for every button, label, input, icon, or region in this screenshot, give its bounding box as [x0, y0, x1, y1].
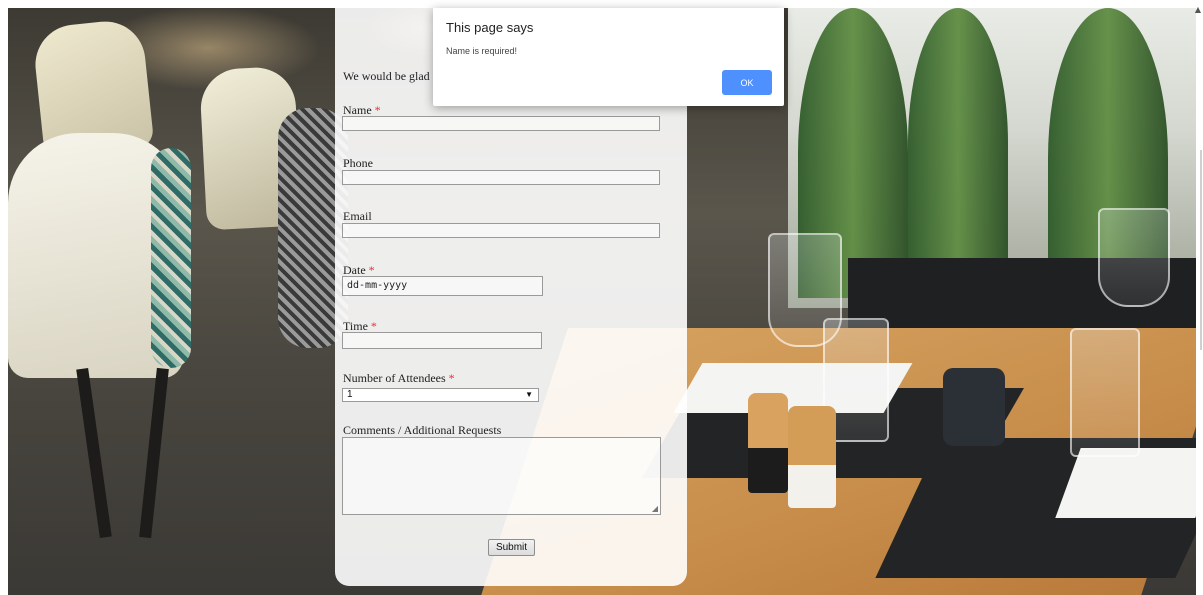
required-asterisk: *: [374, 103, 381, 117]
email-input[interactable]: [342, 223, 660, 238]
candle-holder: [943, 368, 1005, 446]
dialog-message: Name is required!: [446, 46, 518, 56]
form-intro-text: We would be glad: [343, 69, 430, 83]
resize-grip-icon[interactable]: ◢: [652, 504, 658, 513]
pepper-shaker: [748, 393, 788, 493]
background-chair: [8, 133, 191, 378]
required-asterisk: *: [370, 319, 377, 333]
chevron-down-icon: ▼: [525, 390, 533, 399]
background-plant: [908, 8, 1008, 278]
attendees-label-text: Number of Attendees: [343, 371, 446, 385]
time-input[interactable]: [342, 332, 542, 349]
scrollbar-thumb[interactable]: [1200, 150, 1202, 350]
attendees-label: Number of Attendees *: [343, 371, 455, 386]
ok-button[interactable]: OK: [722, 70, 772, 95]
comments-textarea[interactable]: ◢: [342, 437, 661, 515]
table-napkin: [1055, 448, 1196, 518]
chair-leg: [76, 367, 112, 539]
email-label: Email: [343, 209, 372, 223]
time-label-text: Time: [343, 319, 368, 333]
scroll-up-arrow-icon[interactable]: ▲: [1195, 5, 1201, 14]
required-asterisk: *: [448, 371, 455, 385]
name-label-text: Name: [343, 103, 372, 117]
dialog-title: This page says: [446, 20, 534, 35]
wine-glass: [1098, 208, 1170, 307]
phone-label: Phone: [343, 156, 373, 170]
date-input[interactable]: dd-mm-yyyy: [342, 276, 543, 296]
chair-leg: [139, 367, 169, 539]
name-input[interactable]: [342, 116, 660, 131]
water-glass: [1070, 328, 1140, 457]
comments-label: Comments / Additional Requests: [343, 423, 502, 437]
attendees-selected-value: 1: [347, 389, 353, 400]
salt-shaker: [788, 406, 836, 508]
required-asterisk: *: [368, 263, 375, 277]
phone-input[interactable]: [342, 170, 660, 185]
alert-dialog: This page says Name is required! OK: [433, 8, 784, 106]
submit-button[interactable]: Submit: [488, 539, 535, 556]
attendees-select[interactable]: 1 ▼: [342, 388, 539, 402]
date-label-text: Date: [343, 263, 366, 277]
